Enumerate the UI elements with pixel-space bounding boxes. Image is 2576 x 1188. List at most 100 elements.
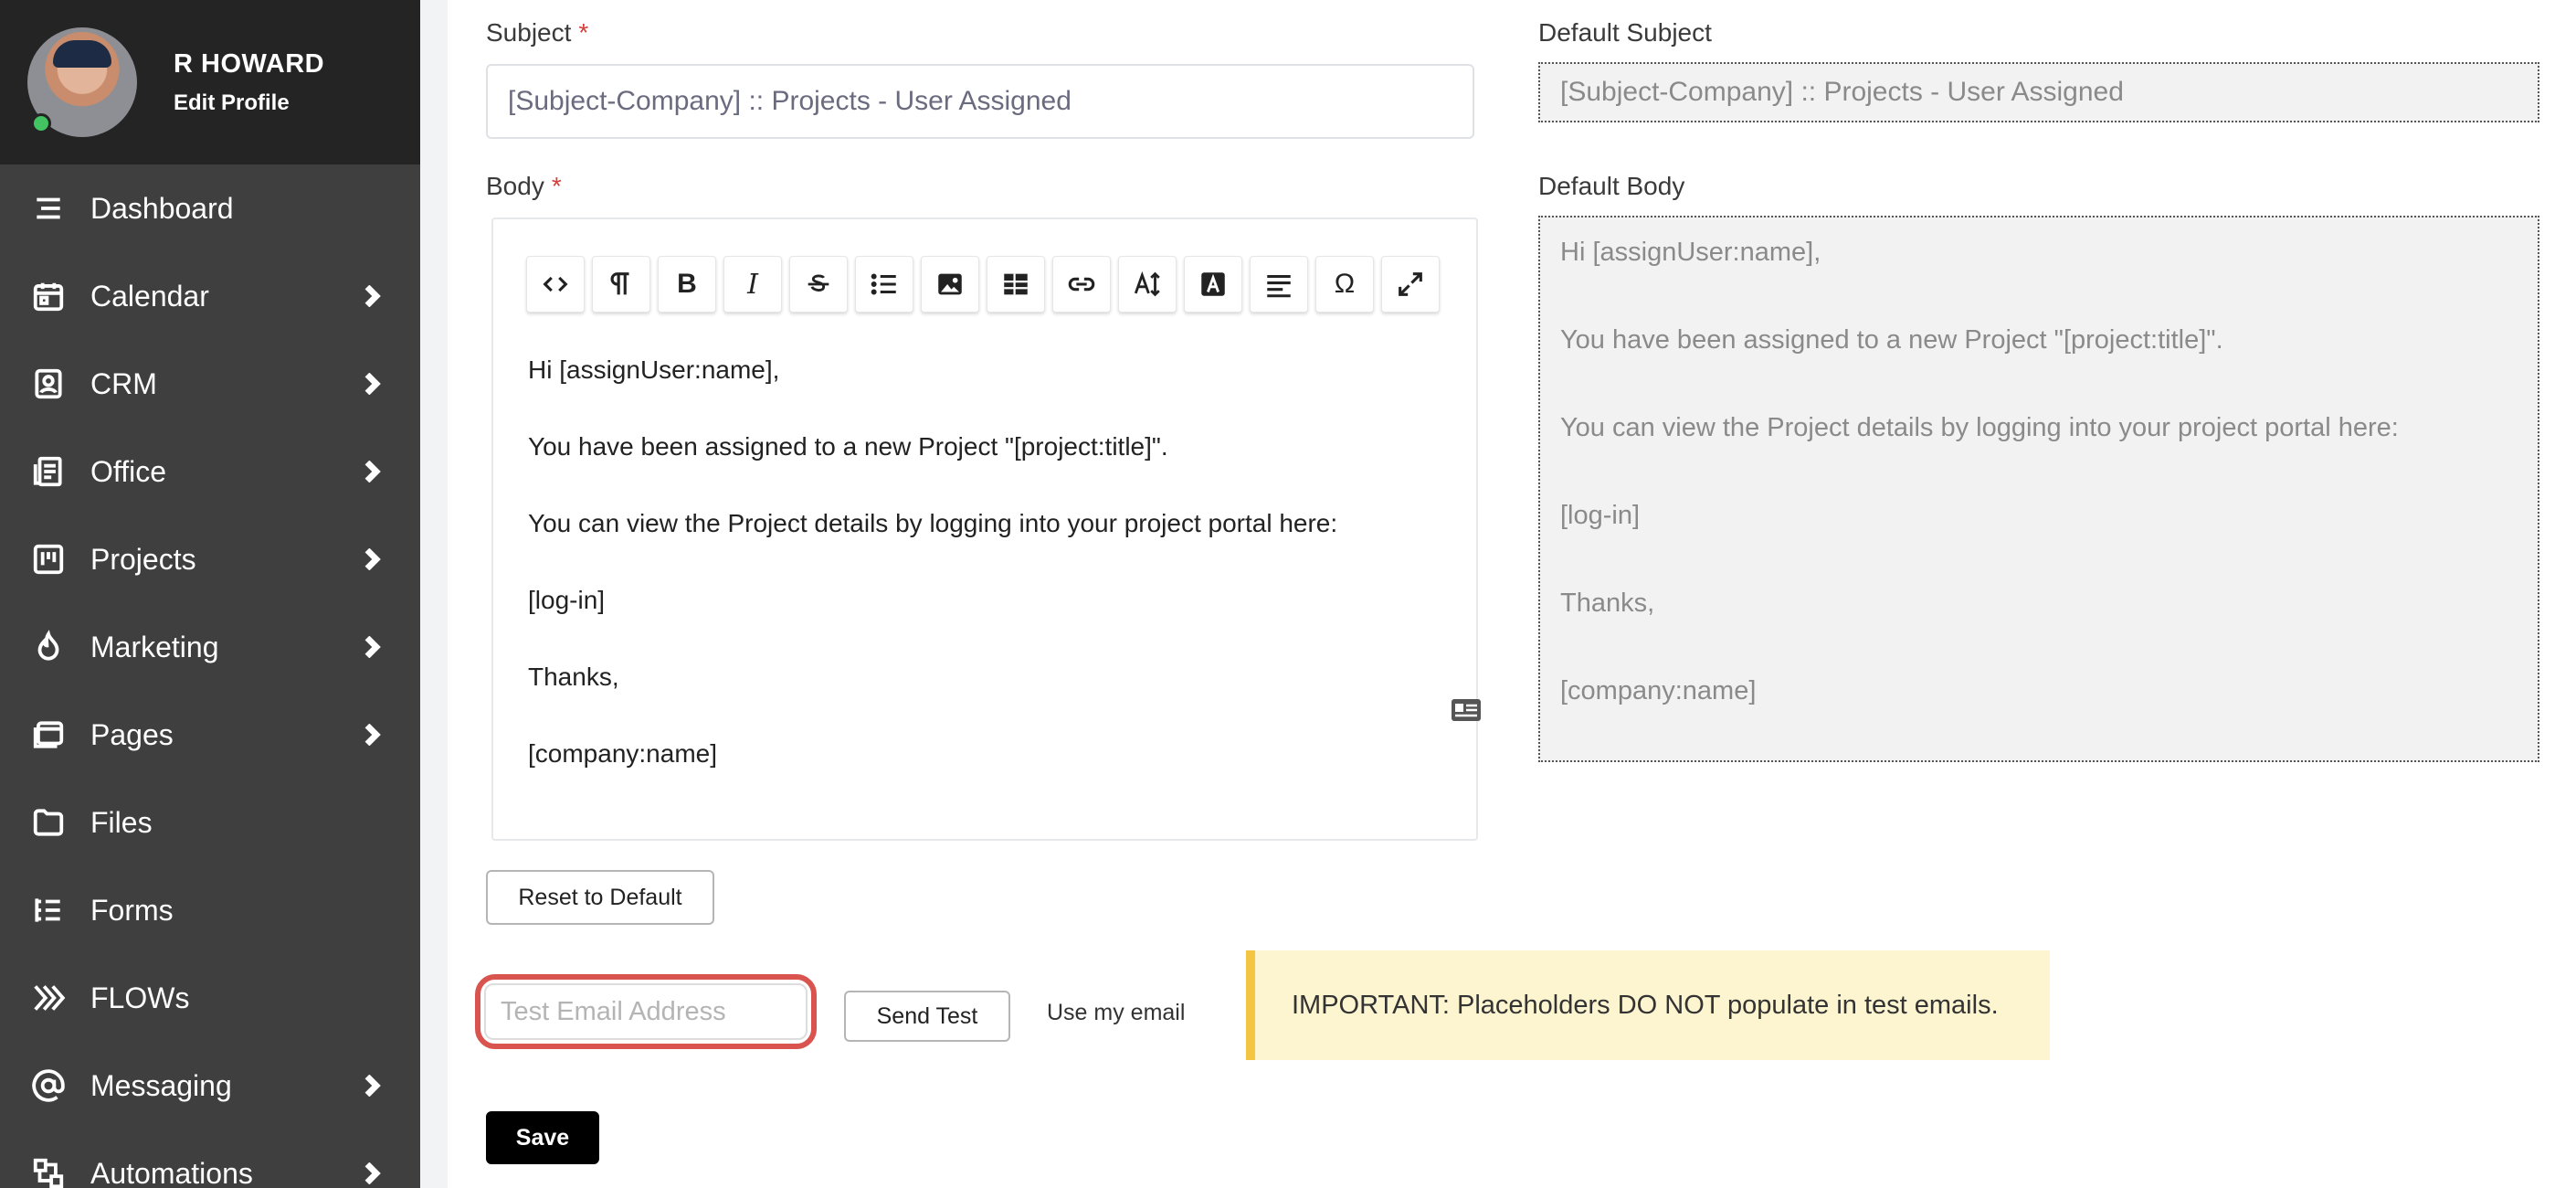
sidebar-item-label: Messaging xyxy=(90,1068,232,1102)
chevron-right-icon xyxy=(364,723,382,747)
link-icon[interactable] xyxy=(1052,256,1111,313)
kanban-icon xyxy=(30,541,67,578)
office-document-icon xyxy=(30,453,67,490)
menu-icon xyxy=(30,190,67,227)
chevron-right-icon xyxy=(364,1074,382,1098)
reset-to-default-button[interactable]: Reset to Default xyxy=(486,870,714,925)
chevron-right-icon xyxy=(364,372,382,396)
form-list-icon xyxy=(30,892,67,928)
bullet-list-icon[interactable] xyxy=(855,256,913,313)
sidebar-item-crm[interactable]: CRM xyxy=(0,340,420,428)
default-body-line: [company:name] xyxy=(1560,676,1757,705)
browser-window-icon xyxy=(30,716,67,753)
sidebar-item-forms[interactable]: Forms xyxy=(0,866,420,954)
chevron-right-icon xyxy=(364,547,382,571)
save-button[interactable]: Save xyxy=(486,1111,599,1164)
sidebar-item-label: Calendar xyxy=(90,279,209,313)
subject-label: Subject * xyxy=(486,18,588,48)
default-body-value: Hi [assignUser:name], You have been assi… xyxy=(1538,216,2539,762)
editor-toolbar: B I Ω xyxy=(526,256,1440,313)
sidebar-item-messaging[interactable]: Messaging xyxy=(0,1042,420,1130)
test-email-input[interactable] xyxy=(484,983,808,1040)
online-status-dot xyxy=(31,113,51,133)
profile-name: R HOWARD xyxy=(174,48,325,79)
sidebar-item-dashboard[interactable]: Dashboard xyxy=(0,164,420,252)
sidebar-nav: Dashboard Calendar CRM Office Projects M… xyxy=(0,164,420,1188)
body-label-text: Body xyxy=(486,172,544,200)
sidebar-item-label: FLOWs xyxy=(90,981,190,1014)
test-email-notice: IMPORTANT: Placeholders DO NOT populate … xyxy=(1246,950,2050,1060)
sidebar-item-office[interactable]: Office xyxy=(0,428,420,515)
paragraph-icon[interactable] xyxy=(592,256,650,313)
required-marker: * xyxy=(551,172,562,200)
fullscreen-icon[interactable] xyxy=(1381,256,1440,313)
default-body-line: [log-in] xyxy=(1560,501,1641,530)
automation-icon xyxy=(30,1155,67,1188)
subject-label-text: Subject xyxy=(486,18,572,47)
subject-input[interactable] xyxy=(486,64,1474,139)
sidebar-item-label: Marketing xyxy=(90,630,219,663)
sidebar-item-label: Automations xyxy=(90,1156,253,1188)
sidebar-item-flows[interactable]: FLOWs xyxy=(0,954,420,1042)
default-body-line: You can view the Project details by logg… xyxy=(1560,413,2399,442)
sidebar-item-automations[interactable]: Automations xyxy=(0,1130,420,1188)
sidebar-item-label: Files xyxy=(90,805,153,839)
image-icon[interactable] xyxy=(921,256,979,313)
bold-icon[interactable]: B xyxy=(658,256,716,313)
chevron-right-icon xyxy=(364,460,382,483)
send-test-button[interactable]: Send Test xyxy=(844,991,1010,1042)
required-marker: * xyxy=(578,18,589,47)
chevron-right-icon xyxy=(364,1161,382,1185)
italic-icon[interactable]: I xyxy=(723,256,782,313)
notice-text: IMPORTANT: Placeholders DO NOT populate … xyxy=(1292,990,1999,1020)
sidebar-item-label: Office xyxy=(90,454,166,488)
id-card-icon[interactable] xyxy=(1451,698,1482,722)
body-line: [log-in] xyxy=(528,586,606,614)
default-body-line: You have been assigned to a new Project … xyxy=(1560,325,2223,355)
body-line: Hi [assignUser:name], xyxy=(528,355,780,384)
flame-icon xyxy=(30,629,67,665)
calendar-icon xyxy=(30,278,67,314)
default-body-label: Default Body xyxy=(1538,172,1685,200)
sidebar-item-files[interactable]: Files xyxy=(0,779,420,866)
align-icon[interactable] xyxy=(1250,256,1308,313)
sidebar: R HOWARD Edit Profile Dashboard Calendar… xyxy=(0,0,420,1188)
sidebar-item-label: CRM xyxy=(90,366,157,400)
chevron-right-icon xyxy=(364,635,382,659)
body-rich-text-editor[interactable]: B I Ω Hi [assignUser:name], You have bee… xyxy=(491,217,1478,841)
profile-header: R HOWARD Edit Profile xyxy=(0,0,420,164)
use-my-email-link[interactable]: Use my email xyxy=(1047,1000,1185,1026)
sidebar-item-marketing[interactable]: Marketing xyxy=(0,603,420,691)
editor-content[interactable]: Hi [assignUser:name], You have been assi… xyxy=(528,356,1449,817)
avatar[interactable] xyxy=(27,27,137,137)
default-subject-value: [Subject-Company] :: Projects - User Ass… xyxy=(1538,62,2539,122)
sidebar-item-label: Dashboard xyxy=(90,191,234,225)
flow-arrows-icon xyxy=(30,980,67,1016)
font-size-icon[interactable] xyxy=(1118,256,1177,313)
body-line: Thanks, xyxy=(528,663,619,691)
test-email-highlight xyxy=(475,974,817,1049)
email-template-editor: Subject* Default Subject [Subject-Compan… xyxy=(448,0,2576,1188)
sidebar-item-pages[interactable]: Pages xyxy=(0,691,420,779)
text-color-icon[interactable] xyxy=(1184,256,1242,313)
body-line: You can view the Project details by logg… xyxy=(528,509,1338,537)
at-sign-icon xyxy=(30,1067,67,1104)
code-view-icon[interactable] xyxy=(526,256,585,313)
sidebar-item-projects[interactable]: Projects xyxy=(0,515,420,603)
body-label: Body * xyxy=(486,172,562,201)
body-line: [company:name] xyxy=(528,739,717,768)
sidebar-item-label: Pages xyxy=(90,717,174,751)
chevron-right-icon xyxy=(364,284,382,308)
default-body-line: Thanks, xyxy=(1560,589,1655,618)
contact-card-icon xyxy=(30,366,67,402)
special-character-icon[interactable]: Ω xyxy=(1315,256,1374,313)
strikethrough-icon[interactable] xyxy=(789,256,848,313)
default-subject-label: Default Subject xyxy=(1538,18,1712,47)
folder-icon xyxy=(30,804,67,841)
sidebar-item-label: Forms xyxy=(90,893,174,927)
sidebar-item-calendar[interactable]: Calendar xyxy=(0,252,420,340)
sidebar-item-label: Projects xyxy=(90,542,196,576)
default-body-line: Hi [assignUser:name], xyxy=(1560,238,1821,267)
table-icon[interactable] xyxy=(987,256,1045,313)
edit-profile-link[interactable]: Edit Profile xyxy=(174,90,324,116)
